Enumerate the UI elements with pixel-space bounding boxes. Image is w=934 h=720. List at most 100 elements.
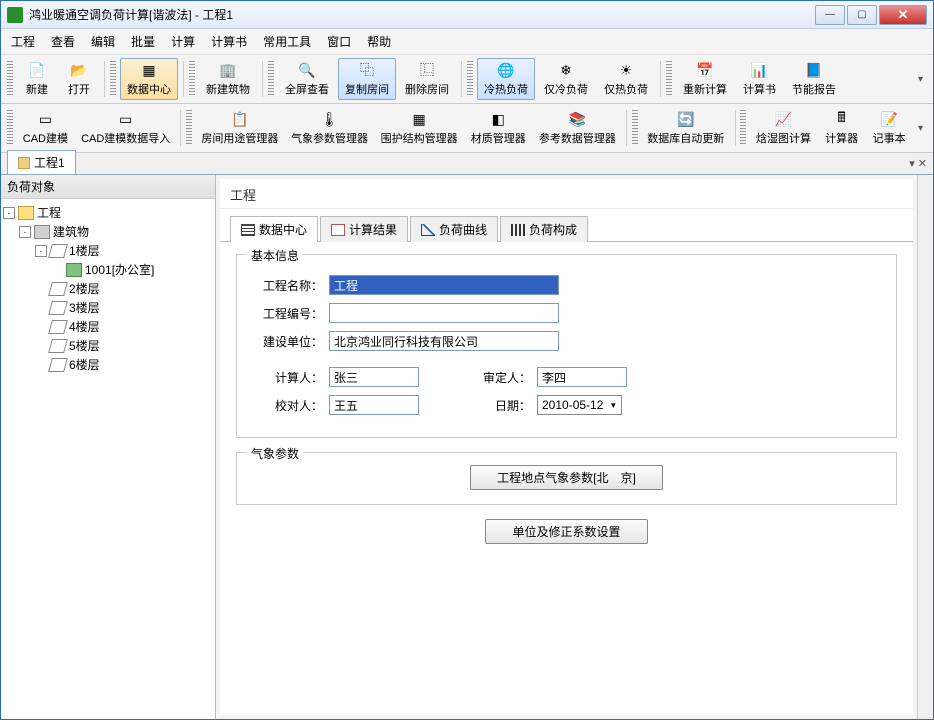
reviewer-input[interactable] xyxy=(537,367,627,387)
tree-toggle-icon[interactable]: - xyxy=(3,207,15,219)
icon-floor-icon xyxy=(48,339,68,353)
tool-计算器[interactable]: 🖩计算器 xyxy=(819,107,865,149)
tab-label: 负荷曲线 xyxy=(439,221,487,238)
tab-负荷曲线[interactable]: 负荷曲线 xyxy=(410,216,498,242)
tool-打开[interactable]: 📂打开 xyxy=(59,58,99,100)
tool-参考数据管理器[interactable]: 📚参考数据管理器 xyxy=(534,107,622,149)
tool-CAD建模[interactable]: ▭CAD建模 xyxy=(17,107,74,149)
tool-冷热负荷[interactable]: 🌐冷热负荷 xyxy=(477,58,535,100)
tool-记事本[interactable]: 📝记事本 xyxy=(866,107,912,149)
tab-计算结果[interactable]: 计算结果 xyxy=(320,216,408,242)
tree-label: 3楼层 xyxy=(69,299,100,316)
menu-计算[interactable]: 计算 xyxy=(171,33,195,50)
tool-label: CAD建模 xyxy=(23,130,68,146)
tab-label: 计算结果 xyxy=(349,221,397,238)
tree-toggle-icon[interactable]: - xyxy=(35,245,47,257)
weather-legend: 气象参数 xyxy=(247,445,303,462)
tool-label: 焓湿图计算 xyxy=(756,130,811,146)
tree-project[interactable]: -工程 xyxy=(3,203,213,222)
tool-房间用途管理器[interactable]: 📋房间用途管理器 xyxy=(196,107,284,149)
minimize-button[interactable]: — xyxy=(815,5,845,25)
tool-数据库自动更新[interactable]: 🔄数据库自动更新 xyxy=(642,107,730,149)
tree-floor-1[interactable]: - 1楼层 xyxy=(3,241,213,260)
menu-批量[interactable]: 批量 xyxy=(131,33,155,50)
tree-floor-3[interactable]: 3楼层 xyxy=(3,298,213,317)
document-icon xyxy=(18,157,30,169)
tree-label: 4楼层 xyxy=(69,318,100,335)
tool-节能报告[interactable]: 📘节能报告 xyxy=(785,58,843,100)
tool-label: 节能报告 xyxy=(792,81,836,97)
tool-围护结构管理器[interactable]: ▦围护结构管理器 xyxy=(375,107,463,149)
tool-label: 记事本 xyxy=(873,130,906,146)
仅热负荷-icon: ☀ xyxy=(617,61,635,79)
tool-全屏查看[interactable]: 🔍全屏查看 xyxy=(278,58,336,100)
document-tab-bar: 工程1 ▾ ✕ xyxy=(1,153,933,175)
tool-仅冷负荷[interactable]: ❄仅冷负荷 xyxy=(537,58,595,100)
vertical-scrollbar[interactable] xyxy=(917,175,933,719)
tool-label: 仅热负荷 xyxy=(604,81,648,97)
construction-unit-input[interactable] xyxy=(329,331,559,351)
titlebar: 鸿业暖通空调负荷计算[谐波法] - 工程1 — ▢ ✕ xyxy=(1,1,933,29)
数据中心-icon: ▦ xyxy=(140,61,158,79)
tool-焓湿图计算[interactable]: 📈焓湿图计算 xyxy=(750,107,817,149)
tool-label: 复制房间 xyxy=(345,81,389,97)
tool-CAD建模数据导入[interactable]: ▭CAD建模数据导入 xyxy=(76,107,175,149)
toolbar-overflow[interactable]: ▾ xyxy=(914,74,927,85)
menu-编辑[interactable]: 编辑 xyxy=(91,33,115,50)
tool-label: 气象参数管理器 xyxy=(291,130,368,146)
calculator-input[interactable] xyxy=(329,367,419,387)
tool-删除房间[interactable]: ⿺删除房间 xyxy=(398,58,456,100)
tool-气象参数管理器[interactable]: 🌡气象参数管理器 xyxy=(286,107,374,149)
menu-计算书[interactable]: 计算书 xyxy=(211,33,247,50)
close-button[interactable]: ✕ xyxy=(879,5,927,25)
tool-数据中心[interactable]: ▦数据中心 xyxy=(120,58,178,100)
tree-building[interactable]: -建筑物 xyxy=(3,222,213,241)
tool-label: 计算器 xyxy=(825,130,858,146)
tree-floor-6[interactable]: 6楼层 xyxy=(3,355,213,374)
weather-params-button[interactable]: 工程地点气象参数[北 京] xyxy=(470,465,663,490)
main-tabs: 数据中心 计算结果 负荷曲线负荷构成 xyxy=(220,209,913,242)
checker-input[interactable] xyxy=(329,395,419,415)
tree-floor-4[interactable]: 4楼层 xyxy=(3,317,213,336)
tree-room[interactable]: 1001[办公室] xyxy=(3,260,213,279)
tool-复制房间[interactable]: ⿻复制房间 xyxy=(338,58,396,100)
project-no-input[interactable] xyxy=(329,303,559,323)
tool-新建[interactable]: 📄新建 xyxy=(17,58,57,100)
tab-负荷构成[interactable]: 负荷构成 xyxy=(500,216,588,242)
unit-correction-button[interactable]: 单位及修正系数设置 xyxy=(485,519,647,544)
tool-重新计算[interactable]: 📅重新计算 xyxy=(676,58,734,100)
tree-toggle-icon[interactable]: - xyxy=(19,226,31,238)
menu-常用工具[interactable]: 常用工具 xyxy=(263,33,311,50)
toolbar-overflow[interactable]: ▾ xyxy=(914,123,927,134)
tree-label: 1楼层 xyxy=(69,242,100,259)
tool-label: 新建筑物 xyxy=(206,81,250,97)
date-picker[interactable]: 2010-05-12 ▼ xyxy=(537,395,622,415)
app-icon xyxy=(7,7,23,23)
tree-label: 5楼层 xyxy=(69,337,100,354)
project-name-input[interactable] xyxy=(329,275,559,295)
maximize-button[interactable]: ▢ xyxy=(847,5,877,25)
data-icon xyxy=(241,224,255,236)
menu-帮助[interactable]: 帮助 xyxy=(367,33,391,50)
tool-材质管理器[interactable]: ◧材质管理器 xyxy=(465,107,532,149)
icon-room-icon xyxy=(66,263,82,277)
menu-窗口[interactable]: 窗口 xyxy=(327,33,351,50)
tool-label: 参考数据管理器 xyxy=(539,130,616,146)
复制房间-icon: ⿻ xyxy=(358,61,376,79)
tab-数据中心[interactable]: 数据中心 xyxy=(230,216,318,242)
tool-新建筑物[interactable]: 🏢新建筑物 xyxy=(199,58,257,100)
tree-label: 2楼层 xyxy=(69,280,100,297)
menu-查看[interactable]: 查看 xyxy=(51,33,75,50)
tool-仅热负荷[interactable]: ☀ 仅热负荷 xyxy=(597,58,655,100)
tool-label: 新建 xyxy=(26,81,48,97)
doc-tab-close-controls[interactable]: ▾ ✕ xyxy=(909,157,927,170)
tree-floor-5[interactable]: 5楼层 xyxy=(3,336,213,355)
window-title: 鸿业暖通空调负荷计算[谐波法] - 工程1 xyxy=(29,6,815,23)
toolbar-main: 📄新建📂打开▦数据中心🏢新建筑物🔍全屏查看⿻复制房间⿺删除房间🌐冷热负荷❄仅冷负… xyxy=(1,55,933,104)
icon-floor-icon xyxy=(48,282,68,296)
tree-floor-2[interactable]: 2楼层 xyxy=(3,279,213,298)
document-tab[interactable]: 工程1 xyxy=(7,150,76,174)
tool-计算书[interactable]: 📊计算书 xyxy=(736,58,783,100)
result-icon xyxy=(331,224,345,236)
menu-工程[interactable]: 工程 xyxy=(11,33,35,50)
